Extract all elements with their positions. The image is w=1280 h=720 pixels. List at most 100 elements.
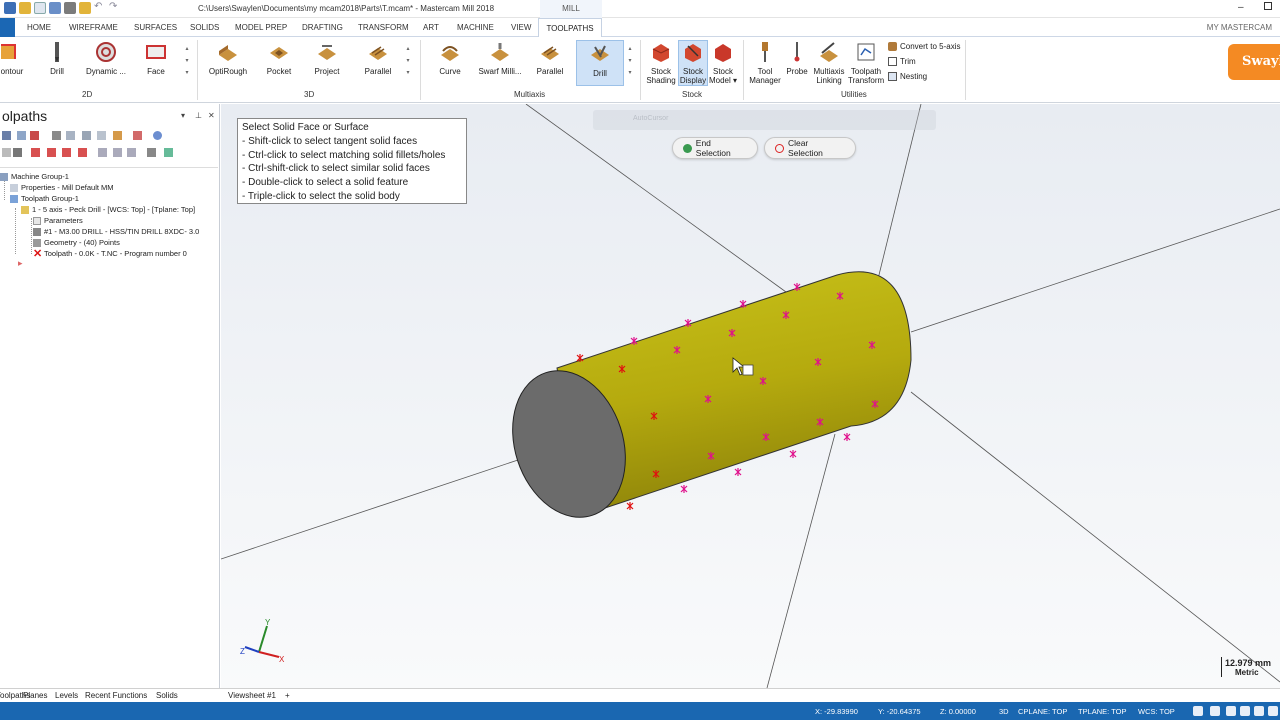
drill-point-marker[interactable]	[630, 337, 638, 345]
stock-display-button[interactable]: Stock Display	[678, 40, 708, 86]
help-icon[interactable]	[153, 131, 162, 140]
globe-icon[interactable]	[1193, 706, 1203, 716]
tab-solids-panel[interactable]: Solids	[156, 691, 178, 700]
drill-point-marker[interactable]	[843, 433, 851, 441]
tab-surfaces[interactable]: SURFACES	[134, 23, 177, 32]
lock-icon[interactable]	[2, 148, 11, 157]
stock-model-button[interactable]: Stock Model ▾	[708, 41, 738, 85]
regenerate-icon[interactable]	[52, 131, 61, 140]
add-viewsheet-button[interactable]: +	[285, 691, 290, 700]
tab-art[interactable]: ART	[423, 23, 439, 32]
tool-manager-button[interactable]: Tool Manager	[748, 41, 782, 85]
minimize-button[interactable]: –	[1238, 2, 1244, 13]
tree-node-toolpath-group[interactable]: Toolpath Group-1	[10, 194, 79, 203]
dynamic-button[interactable]: Dynamic ...	[85, 41, 127, 76]
tree-node-properties[interactable]: Properties - Mill Default MM	[10, 183, 114, 192]
face-button[interactable]: Face	[143, 41, 169, 76]
cube-icon[interactable]	[1210, 706, 1220, 716]
move-down-icon[interactable]	[31, 148, 40, 157]
tab-wireframe[interactable]: WIREFRAME	[69, 23, 118, 32]
move-up-icon[interactable]	[47, 148, 56, 157]
tree-node-geometry[interactable]: Geometry - (40) Points	[33, 238, 120, 247]
tree-node-operation[interactable]: 1 - 5 axis - Peck Drill - [WCS: Top] - […	[21, 205, 195, 214]
tree-node-tool[interactable]: #1 - M3.00 DRILL - HSS/TIN DRILL 8XDC- 3…	[33, 227, 199, 236]
contour-button[interactable]: ontour	[0, 41, 24, 76]
save-as-icon[interactable]	[49, 2, 61, 14]
tab-model-prep[interactable]: MODEL PREP	[235, 23, 287, 32]
gallery-scroll-multiaxis[interactable]: ▴ ▾ ▾	[626, 43, 634, 79]
drill-point-marker[interactable]	[576, 354, 584, 362]
gallery-scroll-2d[interactable]: ▴ ▾ ▾	[183, 43, 191, 79]
select-all-icon[interactable]	[2, 131, 11, 140]
drill-2d-button[interactable]: Drill	[44, 41, 70, 76]
drill-point-marker[interactable]	[626, 502, 634, 510]
clear-selection-button[interactable]: Clear Selection	[764, 137, 856, 159]
parallel-3d-button[interactable]: Parallel	[363, 41, 393, 76]
new-icon[interactable]	[34, 2, 46, 14]
tree-node-machine-group[interactable]: Machine Group-1	[0, 172, 69, 181]
expand-icon[interactable]	[98, 148, 107, 157]
tab-solids[interactable]: SOLIDS	[190, 23, 219, 32]
toggle-tree-icon[interactable]	[127, 148, 136, 157]
redo-icon[interactable]: ↷	[109, 2, 121, 14]
drill-point-marker[interactable]	[684, 319, 692, 327]
tab-home[interactable]: HOME	[27, 23, 51, 32]
layout-icon[interactable]	[147, 148, 156, 157]
trim-button[interactable]: Trim	[888, 57, 916, 66]
status-cplane[interactable]: CPLANE: TOP	[1018, 707, 1067, 716]
regenerate-dirty-icon[interactable]	[66, 131, 75, 140]
pocket-button[interactable]: Pocket	[264, 41, 294, 76]
tab-view[interactable]: VIEW	[511, 23, 531, 32]
insert-below-icon[interactable]	[78, 148, 87, 157]
optirough-button[interactable]: OptiRough	[205, 41, 251, 76]
parallel-multiaxis-button[interactable]: Parallel	[535, 41, 565, 76]
tab-planes[interactable]: Planes	[23, 691, 47, 700]
curve-button[interactable]: Curve	[435, 41, 465, 76]
probe-button[interactable]: Probe	[784, 41, 810, 76]
toggle-display-icon[interactable]	[13, 148, 22, 157]
drill-multiaxis-button[interactable]: Drill	[576, 40, 624, 86]
verify-icon[interactable]	[97, 131, 106, 140]
tab-levels[interactable]: Levels	[55, 691, 78, 700]
simulate-icon[interactable]	[113, 131, 122, 140]
end-selection-button[interactable]: End Selection	[672, 137, 758, 159]
close-icon[interactable]: ✕	[208, 111, 215, 120]
insert-arrow-icon[interactable]	[62, 148, 71, 157]
tab-recent-functions[interactable]: Recent Functions	[85, 691, 147, 700]
drill-point-marker[interactable]	[734, 468, 742, 476]
gallery-scroll-3d[interactable]: ▴ ▾ ▾	[404, 43, 412, 79]
drill-point-marker[interactable]	[793, 283, 801, 291]
pin-icon[interactable]: ⊥	[195, 111, 202, 120]
print-icon[interactable]	[64, 2, 76, 14]
wireframe-icon[interactable]	[1240, 706, 1250, 716]
nesting-button[interactable]: Nesting	[888, 72, 927, 81]
undo-icon[interactable]: ↶	[94, 2, 106, 14]
restore-icon[interactable]	[1264, 2, 1272, 13]
project-button[interactable]: Project	[312, 41, 342, 76]
status-wcs[interactable]: WCS: TOP	[1138, 707, 1175, 716]
open-icon[interactable]	[19, 2, 31, 14]
refresh-icon[interactable]	[164, 148, 173, 157]
graphics-viewport[interactable]: Y X Z AutoCursor Select Solid Face or Su…	[221, 104, 1280, 688]
tab-drafting[interactable]: DRAFTING	[302, 23, 343, 32]
viewsheet-tab[interactable]: Viewsheet #1	[228, 691, 276, 700]
display-mode-icon[interactable]	[1254, 706, 1264, 716]
collapse-icon[interactable]	[113, 148, 122, 157]
backplot-icon[interactable]	[82, 131, 91, 140]
file-tab[interactable]	[0, 18, 15, 37]
toolpath-transform-button[interactable]: Toolpath Transform	[848, 41, 884, 85]
drill-point-marker[interactable]	[789, 450, 797, 458]
settings-icon[interactable]	[1268, 706, 1278, 716]
shading-icon[interactable]	[1226, 706, 1236, 716]
select-dirty-icon[interactable]	[30, 131, 39, 140]
tab-machine[interactable]: MACHINE	[457, 23, 494, 32]
post-icon[interactable]	[133, 131, 142, 140]
convert-to-5axis-button[interactable]: Convert to 5-axis	[888, 42, 960, 51]
multiaxis-linking-button[interactable]: Multiaxis Linking	[811, 41, 847, 85]
tree-node-toolpath[interactable]: ✕ Toolpath - 0.0K - T.NC - Program numbe…	[33, 248, 187, 259]
status-3d-toggle[interactable]: 3D	[999, 707, 1009, 716]
swarf-milling-button[interactable]: Swarf Milli...	[476, 41, 524, 76]
save-icon[interactable]	[4, 2, 16, 14]
tab-transform[interactable]: TRANSFORM	[358, 23, 409, 32]
folder-icon[interactable]	[79, 2, 91, 14]
